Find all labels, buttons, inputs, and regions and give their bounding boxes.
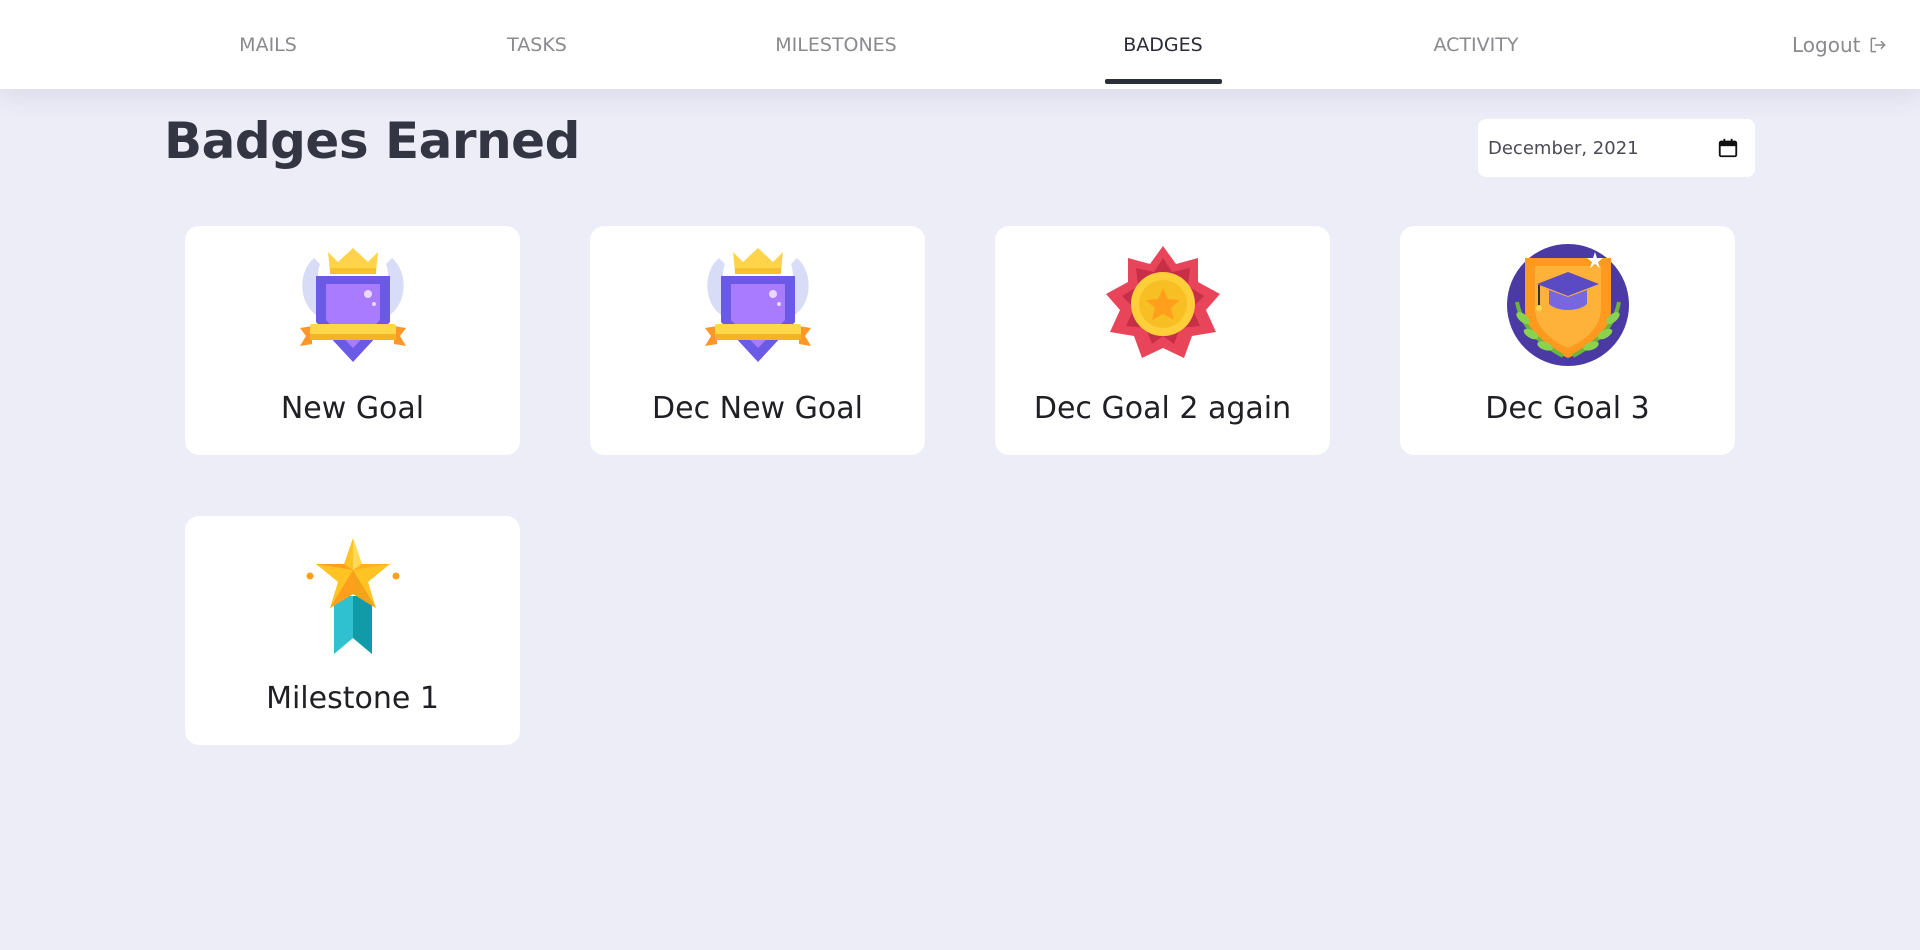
nav-tab-mails[interactable]: MAILS [239,0,297,89]
nav-tab-activity[interactable]: ACTIVITY [1434,0,1519,89]
star-ribbon-badge-icon [306,538,400,654]
nav-tab-tasks[interactable]: TASKS [507,0,567,89]
winged-crown-shield-badge-icon [705,248,811,362]
month-picker-input[interactable]: December, 2021 [1478,119,1755,177]
badge-name: Milestone 1 [266,681,439,716]
badge-card: Milestone 1 [185,516,520,745]
logout-button[interactable]: Logout [1792,0,1888,89]
badge-name: Dec Goal 3 [1485,391,1650,426]
badge-card: Dec New Goal [590,226,925,455]
logout-icon [1871,37,1886,52]
nav-tab-badges[interactable]: BADGES [1123,0,1202,89]
nav-tab-milestones[interactable]: MILESTONES [775,0,897,89]
month-picker-value: December, 2021 [1488,137,1639,159]
badge-name: Dec Goal 2 again [1033,391,1292,426]
winged-crown-shield-badge-icon [300,248,406,362]
star-rosette-badge-icon [1106,246,1220,358]
calendar-icon[interactable] [1717,137,1739,159]
badge-card: New Goal [185,226,520,455]
graduation-shield-badge-icon [1507,244,1629,366]
badge-name: Dec New Goal [652,391,863,426]
logout-label: Logout [1792,32,1861,57]
active-tab-indicator [1105,79,1222,84]
top-navigation-bar: MAILS TASKS MILESTONES BADGES ACTIVITY L… [0,0,1920,89]
badge-card: Dec Goal 2 again [995,226,1330,455]
badge-name: New Goal [280,391,425,426]
badge-card: Dec Goal 3 [1400,226,1735,455]
page-title: Badges Earned [164,112,580,170]
